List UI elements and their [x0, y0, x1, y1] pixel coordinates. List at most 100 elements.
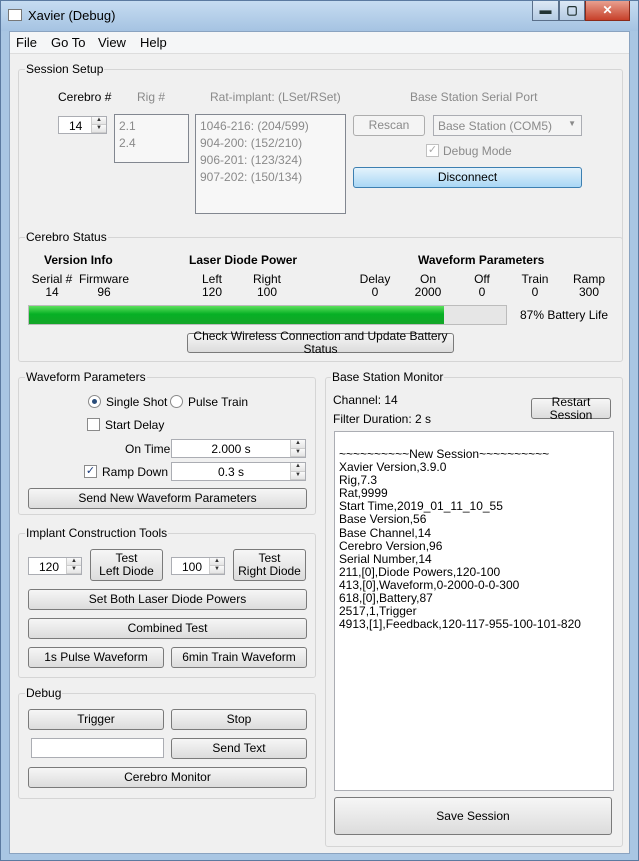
rig-item[interactable]: 2.4: [119, 135, 184, 152]
debug-mode-checkbox[interactable]: ✓: [426, 144, 439, 157]
on-time-spinbox[interactable]: 2.000 s ▲ ▼: [171, 439, 306, 458]
channel-label: Channel: 14: [333, 393, 398, 407]
rat-item[interactable]: 1046-216: (204/599): [200, 118, 341, 135]
spin-down-icon[interactable]: ▼: [291, 471, 305, 480]
pulse-1s-button[interactable]: 1s Pulse Waveform: [28, 647, 164, 668]
left-power-header: Left: [201, 272, 222, 286]
ramp-header: Ramp: [572, 272, 605, 286]
maximize-button[interactable]: ▢: [559, 1, 585, 21]
base-station-log[interactable]: ~~~~~~~~~~New Session~~~~~~~~~~ Xavier V…: [334, 431, 614, 791]
on-time-spin-arrows[interactable]: ▲ ▼: [290, 440, 305, 457]
start-delay-label: Start Delay: [105, 418, 165, 432]
rat-item[interactable]: 906-201: (123/324): [200, 152, 341, 169]
minimize-button[interactable]: ▬: [532, 1, 559, 21]
rig-item[interactable]: 2.1: [119, 118, 184, 135]
battery-life-label: 87% Battery Life: [520, 308, 609, 322]
cerebro-value: 14: [69, 119, 83, 133]
spin-up-icon[interactable]: ▲: [67, 558, 81, 566]
delay-header: Delay: [359, 272, 391, 286]
left-diode-spin-arrows[interactable]: ▲ ▼: [66, 558, 81, 574]
ramp-down-checkbox[interactable]: ✓: [84, 465, 97, 478]
cerebro-spin-arrows[interactable]: ▲ ▼: [91, 117, 106, 133]
spin-up-icon[interactable]: ▲: [210, 558, 224, 566]
save-session-button[interactable]: Save Session: [334, 797, 612, 835]
check-wireless-button[interactable]: Check Wireless Connection and Update Bat…: [187, 330, 454, 356]
rescan-button[interactable]: Rescan: [353, 115, 425, 136]
firmware-value: 96: [97, 285, 111, 299]
spin-up-icon[interactable]: ▲: [291, 440, 305, 449]
train-value: 0: [531, 285, 539, 299]
ramp-down-spin-arrows[interactable]: ▲ ▼: [290, 463, 305, 480]
rat-implant-listbox[interactable]: 1046-216: (204/599) 904-200: (152/210) 9…: [195, 114, 346, 214]
send-text-button[interactable]: Send Text: [171, 738, 307, 759]
log-line: Serial Number,14: [339, 551, 432, 566]
ramp-down-label: Ramp Down: [102, 465, 169, 479]
on-header: On: [419, 272, 436, 286]
right-diode-value: 100: [182, 560, 203, 574]
log-line: Cerebro Version,96: [339, 538, 443, 553]
battery-progress-fill: [29, 306, 444, 324]
menu-goto[interactable]: Go To: [51, 35, 85, 50]
spin-down-icon[interactable]: ▼: [291, 448, 305, 457]
single-shot-radio[interactable]: [88, 395, 101, 408]
log-line: 4913,[1],Feedback,120-117-955-100-101-82…: [339, 617, 581, 632]
window-title: Xavier (Debug): [28, 8, 116, 23]
spin-down-icon[interactable]: ▼: [210, 566, 224, 574]
test-left-diode-button[interactable]: Test Left Diode: [90, 549, 163, 581]
session-setup-title: Session Setup: [25, 62, 105, 76]
start-delay-checkbox[interactable]: [87, 418, 100, 431]
rat-item[interactable]: 907-202: (150/134): [200, 169, 341, 186]
rat-item[interactable]: 904-200: (152/210): [200, 135, 341, 152]
client-area: File Go To View Help Session Setup Cereb…: [9, 31, 630, 854]
menu-file[interactable]: File: [16, 35, 37, 50]
title-bar: Xavier (Debug) ▬ ▢ ✕: [1, 1, 638, 31]
test-right-line2: Right Diode: [238, 564, 301, 578]
base-station-title: Base Station Monitor: [331, 370, 445, 384]
single-shot-label: Single Shot: [106, 395, 168, 409]
on-time-label: On Time: [125, 442, 171, 456]
spin-up-icon[interactable]: ▲: [92, 117, 106, 125]
stop-button[interactable]: Stop: [171, 709, 307, 730]
spin-down-icon[interactable]: ▼: [67, 566, 81, 574]
close-button[interactable]: ✕: [585, 1, 630, 21]
trigger-button[interactable]: Trigger: [28, 709, 164, 730]
menu-bar: File Go To View Help: [10, 32, 629, 54]
ramp-value: 300: [578, 285, 600, 299]
disconnect-button[interactable]: Disconnect: [353, 167, 582, 188]
spin-up-icon[interactable]: ▲: [291, 463, 305, 472]
send-waveform-button[interactable]: Send New Waveform Parameters: [28, 488, 307, 509]
restart-session-button[interactable]: Restart Session: [531, 395, 611, 421]
chevron-down-icon[interactable]: ▼: [568, 119, 576, 128]
debug-title: Debug: [25, 686, 63, 700]
pulse-train-radio[interactable]: [170, 395, 183, 408]
left-diode-value: 120: [39, 560, 60, 574]
menu-view[interactable]: View: [98, 35, 126, 50]
train-header: Train: [521, 272, 549, 286]
cerebro-spinbox[interactable]: 14 ▲ ▼: [58, 116, 107, 134]
set-both-powers-button[interactable]: Set Both Laser Diode Powers: [28, 589, 307, 610]
right-power-value: 100: [256, 285, 278, 299]
log-line: Xavier Version,3.9.0: [339, 460, 447, 475]
ramp-down-spinbox[interactable]: 0.3 s ▲ ▼: [171, 462, 306, 481]
rig-listbox[interactable]: 2.1 2.4: [114, 114, 189, 163]
train-6min-button[interactable]: 6min Train Waveform: [171, 647, 307, 668]
cerebro-monitor-button[interactable]: Cerebro Monitor: [28, 767, 307, 788]
serial-port-dropdown[interactable]: Base Station (COM5) ▼: [433, 115, 582, 136]
serial-port-label: Base Station Serial Port: [410, 90, 538, 104]
cerebro-status-title: Cerebro Status: [25, 230, 108, 244]
test-right-diode-button[interactable]: Test Right Diode: [233, 549, 306, 581]
app-icon: [8, 9, 22, 21]
right-diode-spinbox[interactable]: 100 ▲ ▼: [171, 557, 225, 575]
debug-text-input[interactable]: [31, 738, 164, 758]
log-line: 211,[0],Diode Powers,120-100: [339, 564, 501, 579]
menu-help[interactable]: Help: [140, 35, 167, 50]
combined-test-button[interactable]: Combined Test: [28, 618, 307, 639]
serial-port-value: Base Station (COM5): [438, 119, 553, 133]
left-diode-spinbox[interactable]: 120 ▲ ▼: [28, 557, 82, 575]
off-header: Off: [474, 272, 490, 286]
spin-down-icon[interactable]: ▼: [92, 125, 106, 133]
on-value: 2000: [414, 285, 442, 299]
laser-power-heading: Laser Diode Power: [189, 253, 298, 267]
right-diode-spin-arrows[interactable]: ▲ ▼: [209, 558, 224, 574]
pulse-train-label: Pulse Train: [188, 395, 249, 409]
